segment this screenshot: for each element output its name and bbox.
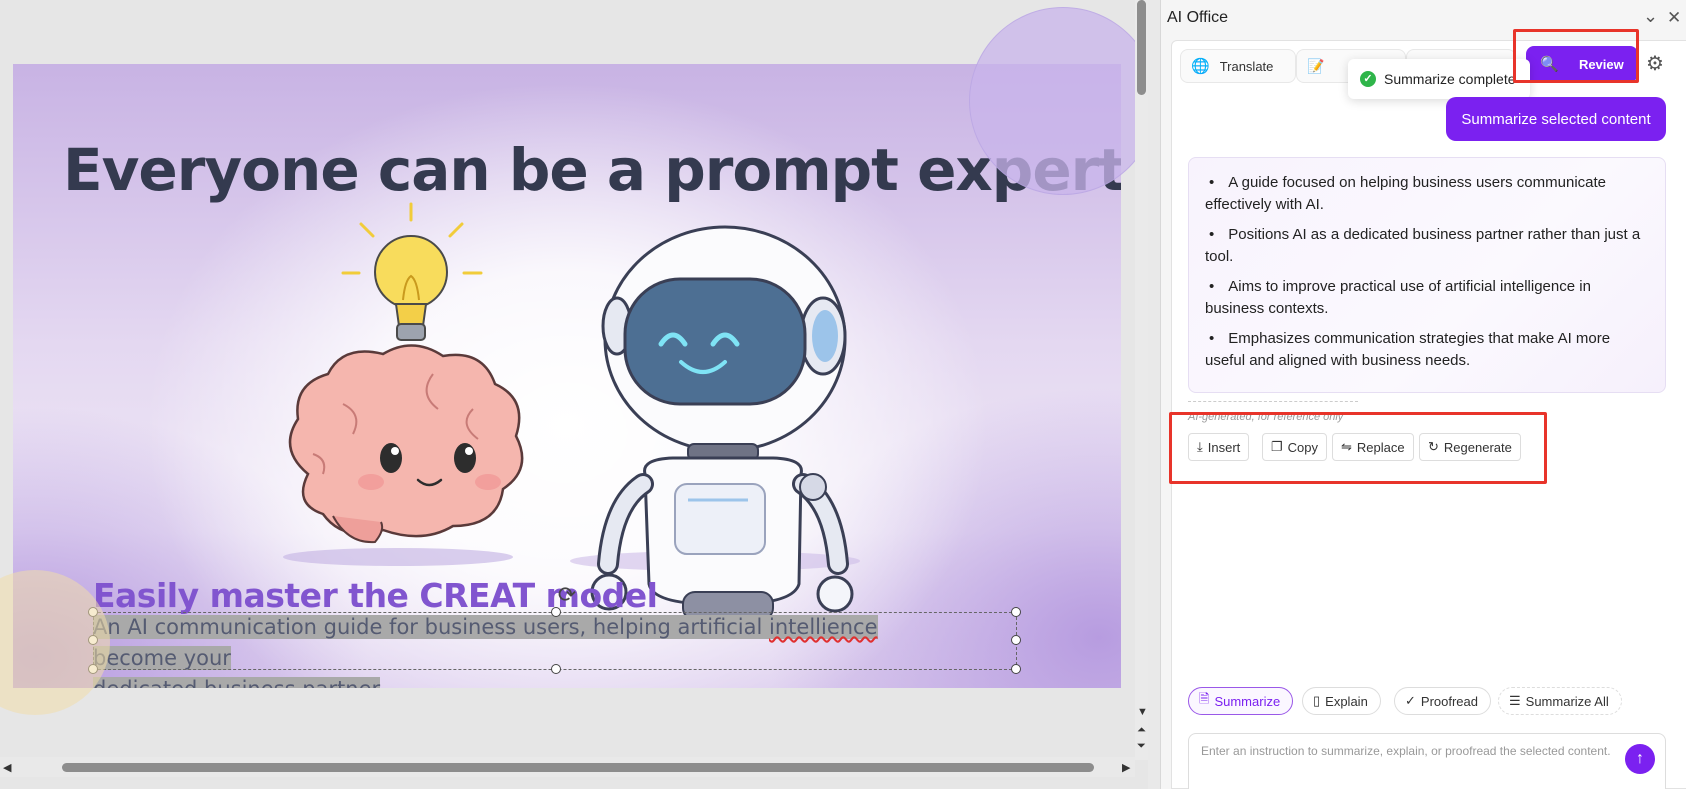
prev-page-icon[interactable]: ⏶ — [1137, 724, 1146, 737]
highlight-actions — [1169, 412, 1547, 484]
summarize-all-chip-label: Summarize All — [1525, 693, 1609, 709]
selected-text-2: dedicated business partner — [93, 677, 381, 688]
decorative-circle — [969, 7, 1148, 195]
resize-handle-tm[interactable] — [551, 607, 561, 617]
resize-handle-tr[interactable] — [1011, 607, 1021, 617]
horizontal-scrollbar[interactable]: ◀ ▶ — [0, 757, 1135, 777]
panel-title: AI Office — [1167, 9, 1229, 26]
ai-summary-card: A guide focused on helping business user… — [1188, 157, 1666, 393]
scroll-left-icon[interactable]: ◀ — [3, 761, 11, 774]
slide-canvas[interactable]: Everyone can be a prompt expert Easily m… — [13, 64, 1121, 688]
summarize-chip-label: Summarize — [1214, 693, 1281, 709]
list-icon: ☰ — [1509, 693, 1521, 708]
instruction-input[interactable]: Enter an instruction to summarize, expla… — [1188, 733, 1666, 789]
tab-translate-label: Translate — [1219, 58, 1274, 74]
tab-translate[interactable]: 🌐 Translate — [1180, 49, 1296, 83]
brain-shadow — [283, 548, 513, 566]
lightbulb-icon — [341, 202, 483, 341]
toast-notification: ✓ Summarize complete — [1348, 59, 1530, 99]
resize-handle-br[interactable] — [1011, 664, 1021, 674]
toast-text: Summarize complete — [1384, 71, 1516, 87]
vertical-scroll-thumb[interactable] — [1137, 0, 1146, 95]
proofread-chip[interactable]: ✓ Proofread — [1394, 687, 1491, 715]
summary-item: A guide focused on helping business user… — [1205, 172, 1649, 216]
user-message-bubble: Summarize selected content — [1446, 97, 1666, 141]
next-page-icon[interactable]: ⏷ — [1137, 740, 1146, 753]
explain-chip[interactable]: ▯ Explain — [1302, 687, 1381, 715]
book-icon: ▯ — [1313, 693, 1321, 708]
summary-item: Positions AI as a dedicated business par… — [1205, 224, 1649, 268]
proofread-chip-label: Proofread — [1420, 693, 1478, 709]
chevron-down-icon[interactable]: ⌄ — [1643, 6, 1658, 27]
slide-title[interactable]: Everyone can be a prompt expert — [63, 136, 1121, 204]
scroll-right-icon[interactable]: ▶ — [1122, 761, 1130, 774]
resize-handle-mr[interactable] — [1011, 635, 1021, 645]
vertical-scrollbar[interactable]: ▼ ⏶ ⏷ — [1135, 0, 1148, 760]
summary-item: Emphasizes communication strategies that… — [1205, 328, 1649, 372]
brain-illustration — [288, 344, 524, 544]
summarize-all-chip[interactable]: ☰ Summarize All — [1498, 687, 1622, 715]
document-icon: 🗎 — [1199, 691, 1210, 706]
input-placeholder: Enter an instruction to summarize, expla… — [1201, 744, 1611, 758]
explain-chip-label: Explain — [1325, 693, 1368, 709]
highlight-review — [1513, 29, 1639, 83]
close-icon[interactable]: ✕ — [1667, 8, 1681, 28]
summarize-chip[interactable]: 🗎 Summarize — [1188, 687, 1294, 715]
divider — [1188, 401, 1358, 402]
document-icon: 📝 — [1307, 57, 1325, 74]
summary-item: Aims to improve practical use of artific… — [1205, 276, 1649, 320]
check-circle-icon: ✓ — [1405, 693, 1416, 708]
scroll-down-icon[interactable]: ▼ — [1137, 706, 1148, 718]
horizontal-scroll-thumb[interactable] — [62, 763, 1094, 772]
globe-icon: 🌐 — [1191, 58, 1210, 75]
gear-icon[interactable]: ⚙ — [1646, 51, 1664, 76]
check-circle-icon: ✓ — [1360, 71, 1376, 87]
rotate-handle-icon[interactable]: ⟳ — [555, 584, 579, 608]
selected-textbox-frame[interactable] — [88, 607, 1021, 674]
ai-office-panel: AI Office ⌄ ✕ 🌐 Translate 📝 ✦ 🔍 Review ⚙… — [1160, 0, 1686, 789]
slide-editor: Everyone can be a prompt expert Easily m… — [0, 0, 1148, 789]
send-button[interactable]: ↑ — [1625, 744, 1655, 774]
resize-handle-bm[interactable] — [551, 664, 561, 674]
